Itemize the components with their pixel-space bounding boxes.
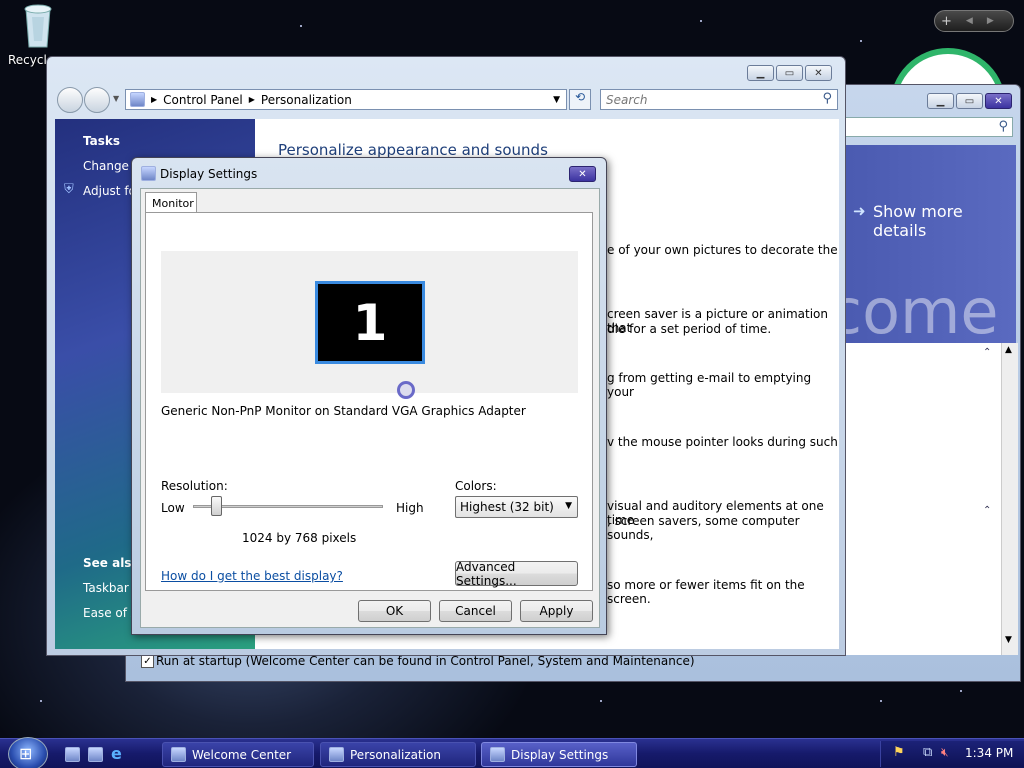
desc-text: v the mouse pointer looks during such — [607, 435, 838, 449]
display-settings-icon — [490, 747, 505, 762]
cancel-button[interactable]: Cancel — [439, 600, 512, 622]
taskbar-item-display-settings[interactable]: Display Settings — [481, 742, 637, 767]
collapse-icon[interactable]: ⌃ — [983, 347, 991, 358]
adapter-label: Generic Non-PnP Monitor on Standard VGA … — [161, 404, 526, 418]
address-dropdown-icon[interactable]: ▼ — [553, 95, 560, 105]
colors-select[interactable]: Highest (32 bit) ▼ — [455, 496, 578, 518]
history-dropdown-icon[interactable]: ▼ — [113, 94, 119, 103]
desc-text: g from getting e-mail to emptying your — [607, 371, 812, 399]
taskbar-item-personalization[interactable]: Personalization — [320, 742, 476, 767]
collapse-icon[interactable]: ⌃ — [983, 505, 991, 516]
welcome-center-icon — [171, 747, 186, 762]
desc-text: dle for a set period of time. — [607, 322, 772, 336]
show-more-arrow-icon[interactable]: ➜ — [853, 202, 866, 220]
monitor-preview: 1 — [161, 251, 578, 399]
close-button[interactable]: ✕ — [985, 93, 1012, 109]
resolution-label: Resolution: — [161, 479, 228, 493]
search-placeholder: Search — [606, 93, 648, 107]
run-at-startup-label: Run at startup (Welcome Center can be fo… — [156, 654, 695, 668]
breadcrumb-separator-icon: ▶ — [151, 95, 158, 104]
start-button[interactable]: ⊞ — [8, 737, 48, 768]
ok-button[interactable]: OK — [358, 600, 431, 622]
add-gadget-icon[interactable]: + — [941, 14, 952, 29]
run-at-startup-checkbox[interactable]: ✓ — [141, 655, 154, 668]
taskbar: ⊞ e Welcome Center Personalization Displ… — [0, 737, 1024, 768]
display-settings-dialog: Display Settings ✕ Monitor 1 Generic Non… — [131, 157, 607, 635]
personalization-icon — [329, 747, 344, 762]
breadcrumb-separator-icon: ▶ — [248, 95, 255, 104]
maximize-button[interactable]: ▭ — [776, 65, 803, 81]
resolution-value: 1024 by 768 pixels — [242, 531, 357, 545]
switch-windows-icon[interactable] — [88, 747, 103, 762]
help-link[interactable]: How do I get the best display? — [161, 569, 343, 583]
windows-logo-icon: ⊞ — [19, 744, 33, 763]
advanced-settings-button[interactable]: Advanced Settings... — [455, 560, 578, 588]
back-button[interactable] — [57, 87, 83, 113]
dialog-title: Display Settings — [160, 167, 258, 181]
resolution-slider[interactable] — [193, 493, 383, 521]
network-icon[interactable]: ⧉ — [923, 745, 932, 760]
colors-label: Colors: — [455, 479, 497, 493]
show-more-details[interactable]: Show more details — [873, 202, 1016, 240]
refresh-button[interactable]: ⟲ — [569, 89, 591, 110]
minimize-button[interactable]: ▁ — [927, 93, 954, 109]
minimize-button[interactable]: ▁ — [747, 65, 774, 81]
colors-value: Highest (32 bit) — [460, 500, 554, 514]
taskbar-item-label: Personalization — [350, 747, 441, 762]
display-settings-icon — [141, 166, 156, 181]
address-bar[interactable]: ▶ Control Panel ▶ Personalization ▼ — [125, 89, 567, 110]
chevron-down-icon: ▼ — [565, 501, 572, 511]
previous-icon[interactable]: ◀ — [966, 16, 973, 26]
taskbar-item-label: Display Settings — [511, 747, 609, 762]
flag-icon[interactable]: ⚑ — [893, 745, 905, 760]
breadcrumb-control-panel[interactable]: Control Panel — [163, 93, 243, 107]
dialog-body: Monitor 1 Generic Non-PnP Monitor on Sta… — [140, 188, 600, 628]
desc-text: , screen savers, some computer sounds, — [607, 514, 800, 542]
tab-panel: 1 Generic Non-PnP Monitor on Standard VG… — [145, 212, 593, 591]
search-input[interactable]: Search ⚲ — [600, 89, 838, 110]
tasks-title: Tasks — [83, 134, 121, 148]
search-icon[interactable]: ⚲ — [998, 119, 1008, 134]
slider-thumb[interactable] — [211, 496, 222, 516]
welcome-search-box[interactable]: ⚲ — [841, 117, 1013, 137]
maximize-button[interactable]: ▭ — [956, 93, 983, 109]
desc-text: e of your own pictures to decorate the — [607, 243, 838, 257]
close-button[interactable]: ✕ — [569, 166, 596, 182]
forward-button[interactable] — [84, 87, 110, 113]
next-icon[interactable]: ▶ — [987, 16, 994, 26]
recycle-bin-icon[interactable] — [18, 3, 58, 49]
monitor-number: 1 — [352, 293, 388, 352]
search-icon[interactable]: ⚲ — [822, 91, 832, 106]
show-desktop-icon[interactable] — [65, 747, 80, 762]
notification-area: ⚑ ⧉ 🔇︎ 1:34 PM — [880, 741, 1024, 767]
volume-muted-icon[interactable]: 🔇︎ — [941, 745, 949, 760]
breadcrumb-personalization[interactable]: Personalization — [261, 93, 352, 107]
task-link-adjust[interactable]: Adjust fo — [83, 184, 136, 198]
desc-text: so more or fewer items fit on the screen… — [607, 578, 805, 606]
high-label: High — [396, 501, 424, 515]
shield-icon: ⛨ — [64, 182, 74, 197]
close-button[interactable]: ✕ — [805, 65, 832, 81]
welcome-banner-text: come — [828, 275, 999, 348]
monitor-1[interactable]: 1 — [315, 281, 425, 364]
internet-explorer-icon[interactable]: e — [111, 744, 122, 763]
apply-button[interactable]: Apply — [520, 600, 593, 622]
welcome-scrollbar[interactable]: ▲ ▼ — [1001, 343, 1018, 655]
control-panel-icon — [130, 92, 145, 107]
scroll-up-icon[interactable]: ▲ — [1005, 345, 1012, 355]
taskbar-item-label: Welcome Center — [192, 747, 292, 762]
taskbar-item-welcome-center[interactable]: Welcome Center — [162, 742, 314, 767]
scroll-down-icon[interactable]: ▼ — [1005, 635, 1012, 645]
clock-text[interactable]: 1:34 PM — [965, 746, 1013, 760]
low-label: Low — [161, 501, 185, 515]
sidebar-controls: + ◀ ▶ — [934, 10, 1014, 32]
busy-cursor-icon — [397, 381, 415, 399]
tab-monitor[interactable]: Monitor — [145, 192, 197, 213]
